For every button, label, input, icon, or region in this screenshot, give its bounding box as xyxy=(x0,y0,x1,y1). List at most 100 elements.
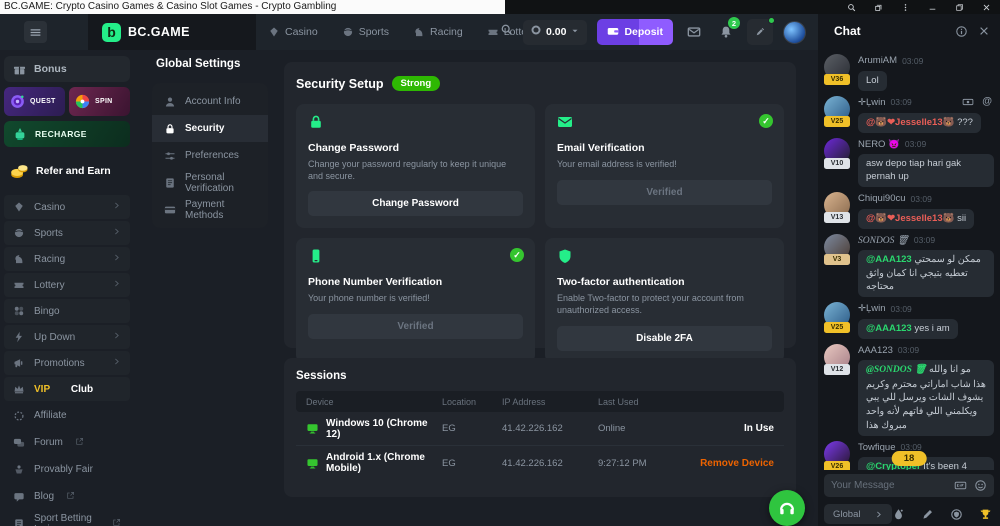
chat-panel: Chat V36 ArumiAM 03:09 Lol V25 ✛Ļwin 03:… xyxy=(818,14,1000,526)
sidebar-item-lottery[interactable]: Lottery xyxy=(4,273,130,297)
chat-bubble: @SONDOS 🗑 مو انا والله هذا شاب اماراتي م… xyxy=(858,360,994,436)
sidebar-item-sports[interactable]: Sports xyxy=(4,221,130,245)
sidebar-item-sport-betting-insig[interactable]: Sport Betting Insig... xyxy=(4,511,130,526)
trophy-icon[interactable] xyxy=(979,508,992,521)
chat-timestamp: 03:09 xyxy=(898,345,919,355)
chat-username[interactable]: ✛Ļwin xyxy=(858,303,886,314)
window-close-button[interactable] xyxy=(973,0,1000,14)
pen-icon[interactable] xyxy=(921,508,934,521)
sidebar-item-promotions[interactable]: Promotions xyxy=(4,351,130,375)
chevron-right-icon xyxy=(112,279,121,291)
sessions-col-ip-address: IP Address xyxy=(502,397,598,407)
sidebar-item-racing[interactable]: Racing xyxy=(4,247,130,271)
notifications-bell-icon[interactable]: 2 xyxy=(715,21,737,43)
mention[interactable]: @SONDOS 🗑 xyxy=(866,365,926,375)
sidebar-item-label: Provably Fair xyxy=(34,464,93,475)
mention-at-icon[interactable]: @ xyxy=(982,96,992,108)
mention[interactable]: @🐻❤Jesselle13🐻 xyxy=(866,213,954,224)
settings-tab-preferences[interactable]: Preferences xyxy=(152,142,268,169)
external-link-icon xyxy=(75,437,84,449)
smiley-icon[interactable] xyxy=(974,479,987,492)
window-tabs-button[interactable] xyxy=(865,0,892,14)
logo[interactable]: b BC.GAME xyxy=(88,14,256,50)
sidebar-item-bingo[interactable]: Bingo xyxy=(4,299,130,323)
mention[interactable]: @AAA123 xyxy=(866,323,912,334)
disable-2fa-button[interactable]: Disable 2FA xyxy=(557,326,772,351)
info-icon[interactable] xyxy=(955,25,968,38)
mention[interactable]: @AAA123 xyxy=(866,254,912,265)
chat-message-input[interactable] xyxy=(831,480,947,491)
shield-coin-icon[interactable] xyxy=(950,508,963,521)
session-action-remove-device[interactable]: Remove Device xyxy=(682,458,774,469)
chat-username[interactable]: AAA123 xyxy=(858,345,893,356)
ring-icon xyxy=(13,410,25,422)
sidebar-item-forum[interactable]: Forum xyxy=(4,430,130,455)
sidebar-item-casino[interactable]: Casino xyxy=(4,195,130,219)
tip-icon[interactable] xyxy=(962,96,974,108)
chat-username[interactable]: SONDOS 🗑 xyxy=(858,235,909,246)
chat-bubble: @AAA123 ممكن لو سمحتي تعطيه بتيجي انا كم… xyxy=(858,250,994,297)
verified-button[interactable]: Verified xyxy=(308,314,523,339)
window-minimize-button[interactable] xyxy=(919,0,946,14)
online-dot xyxy=(768,17,775,24)
user-avatar[interactable] xyxy=(783,21,806,44)
nav-label: Sports xyxy=(359,26,389,38)
card-description: Enable Two-factor to protect your accoun… xyxy=(557,292,772,316)
sidebar-bonus-button[interactable]: Bonus xyxy=(4,56,130,82)
drop-icon[interactable] xyxy=(892,508,905,521)
nav-casino[interactable]: Casino xyxy=(268,26,318,38)
settings-tab-account-info[interactable]: Account Info xyxy=(152,88,268,115)
logo-icon: b xyxy=(102,23,121,42)
sessions-col-last-used: Last Used xyxy=(598,397,682,407)
unread-messages-pill[interactable]: 18 xyxy=(892,451,927,466)
ball-icon xyxy=(13,227,25,239)
menu-button[interactable] xyxy=(24,21,47,43)
close-chat-icon[interactable] xyxy=(978,25,990,37)
chat-username[interactable]: ArumiAM xyxy=(858,55,897,66)
sliders-icon xyxy=(164,150,176,162)
settings-tab-security[interactable]: Security xyxy=(152,115,268,142)
monitor-icon xyxy=(306,422,319,435)
mention[interactable]: @🐻❤Jesselle13🐻 xyxy=(866,117,954,128)
sidebar-item-vip-club[interactable]: VIP Club xyxy=(4,377,130,401)
sidebar-item-label: Blog xyxy=(34,491,54,502)
chat-compose-icon[interactable] xyxy=(747,19,773,45)
settings-tab-payment-methods[interactable]: Payment Methods xyxy=(152,196,268,223)
change-password-button[interactable]: Change Password xyxy=(308,191,523,216)
support-button[interactable] xyxy=(769,490,805,526)
window-restore-button[interactable] xyxy=(946,0,973,14)
doc-icon xyxy=(164,177,176,189)
chevron-right-icon xyxy=(112,331,121,343)
sidebar-spin-button[interactable]: SPIN xyxy=(69,87,130,116)
chat-username[interactable]: NERO 👿 xyxy=(858,139,900,150)
sidebar-item-blog[interactable]: Blog xyxy=(4,484,130,509)
chat-username[interactable]: Chiqui90cu xyxy=(858,193,906,204)
gif-icon[interactable] xyxy=(954,479,967,492)
lock-icon xyxy=(308,114,324,130)
ball-icon xyxy=(342,26,354,38)
sidebar-quest-button[interactable]: QUEST xyxy=(4,87,65,116)
verified-button[interactable]: Verified xyxy=(557,180,772,205)
crown-icon xyxy=(13,383,25,395)
nav-racing[interactable]: Racing xyxy=(413,26,463,38)
sidebar-item-affiliate[interactable]: Affiliate xyxy=(4,403,130,428)
nav-sports[interactable]: Sports xyxy=(342,26,389,38)
window-menu-dots-button[interactable] xyxy=(892,0,919,14)
chat-room-selector[interactable]: Global xyxy=(824,504,892,524)
megaphone-icon xyxy=(13,357,25,369)
sidebar-item-up-down[interactable]: Up Down xyxy=(4,325,130,349)
chat-username[interactable]: ✛Ļwin xyxy=(858,97,886,108)
chat-username[interactable]: Towfique xyxy=(858,442,896,453)
deposit-button[interactable]: Deposit xyxy=(597,19,673,45)
messages-icon[interactable] xyxy=(683,21,705,43)
sidebar-item-provably-fair[interactable]: Provably Fair xyxy=(4,457,130,482)
settings-tab-personal-verification[interactable]: Personal Verification xyxy=(152,169,268,196)
balance-selector[interactable]: 0.00 xyxy=(523,20,587,45)
sidebar-refer-button[interactable]: Refer and Earn xyxy=(4,156,130,186)
chat-messages[interactable]: V36 ArumiAM 03:09 Lol V25 ✛Ļwin 03:09 @ … xyxy=(818,50,1000,470)
search-icon[interactable] xyxy=(500,23,513,41)
gem-icon xyxy=(268,26,280,38)
window-search-button[interactable] xyxy=(838,0,865,14)
chat-bubble: @AAA123 yes i am xyxy=(858,319,958,339)
sidebar-recharge-button[interactable]: RECHARGE xyxy=(4,121,130,147)
